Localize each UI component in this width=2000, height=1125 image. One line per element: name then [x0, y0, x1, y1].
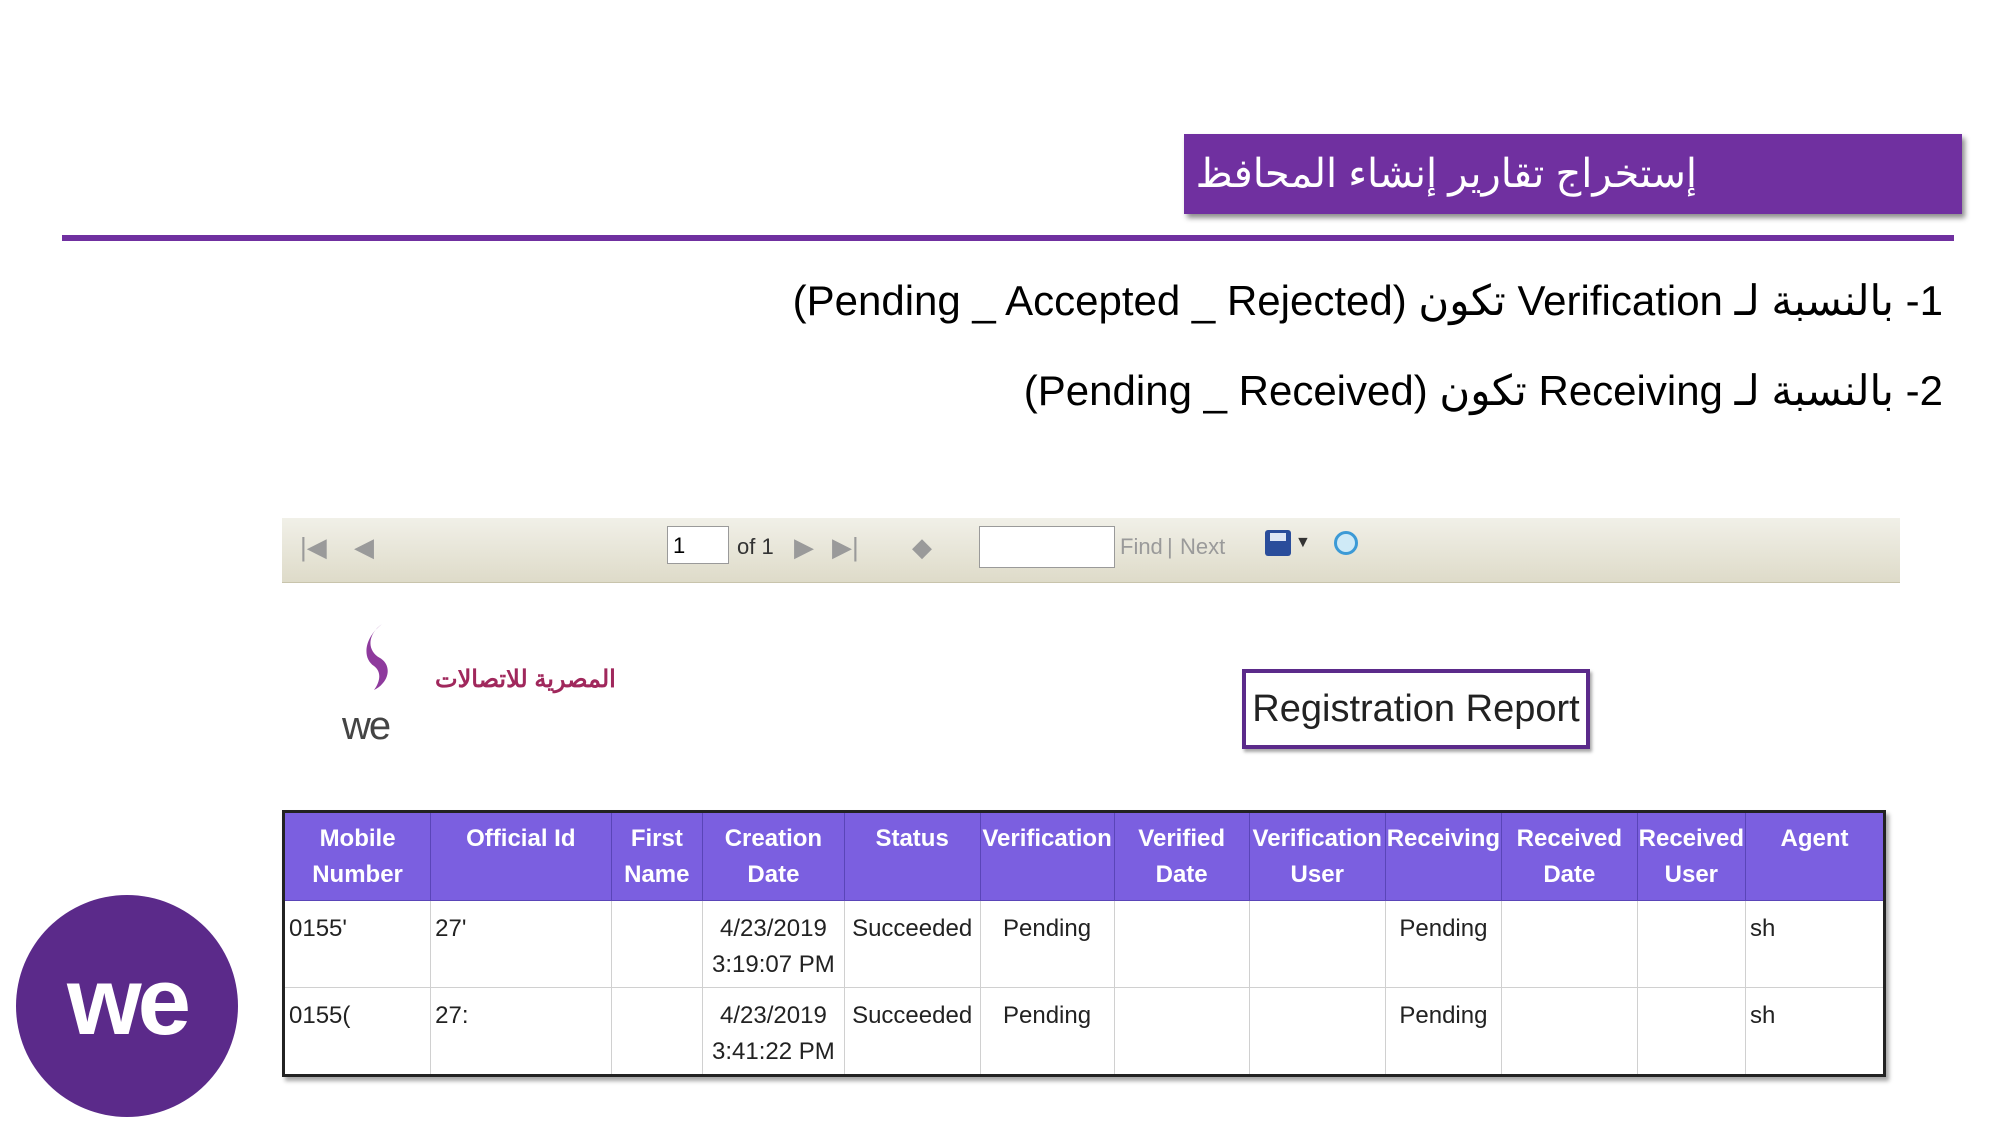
column-header[interactable]: Mobile Number	[282, 811, 432, 901]
column-header[interactable]: Receiving	[1384, 811, 1503, 901]
verification-cell: Pending	[979, 900, 1115, 988]
we-brand-circle-logo: we	[16, 895, 238, 1117]
table-header-row: Mobile Number Official Id First Name Creat…	[282, 811, 1885, 901]
bullet-receiving: 2- بالنسبة لـ Receiving تكون (Pending _ …	[1023, 367, 1943, 414]
verified-date-cell	[1113, 900, 1250, 988]
export-dropdown-arrow-icon[interactable]: ▼	[1295, 534, 1311, 552]
telecom-egypt-logo-text: المصرية للاتصالات	[435, 666, 616, 693]
received-user-cell	[1636, 987, 1747, 1076]
column-header[interactable]: Received Date	[1501, 811, 1638, 901]
official-id-cell: 27'	[430, 900, 612, 988]
first-page-icon[interactable]: |◀	[300, 532, 327, 563]
column-header[interactable]: Verification User	[1248, 811, 1386, 901]
received-user-cell	[1636, 900, 1747, 988]
agent-cell: sh	[1745, 987, 1885, 1076]
next-page-icon[interactable]: ▶	[794, 532, 814, 563]
creation-date-cell: 4/23/2019 3:19:07 PM	[702, 900, 845, 988]
column-header[interactable]: Verification	[979, 811, 1115, 901]
report-viewer-toolbar: |◀ ◀ 1 of 1 ▶ ▶| ◆ Find | Next ▼	[282, 518, 1900, 583]
mobile-cell: 0155(	[282, 987, 432, 1076]
first-name-cell	[610, 900, 704, 988]
next-link[interactable]: Next	[1180, 534, 1225, 560]
last-page-icon[interactable]: ▶|	[832, 532, 859, 563]
column-header[interactable]: Official Id	[430, 811, 612, 901]
prev-page-icon[interactable]: ◀	[354, 532, 374, 563]
page-count-label: of 1	[737, 534, 774, 559]
page-number-input[interactable]: 1	[667, 526, 729, 564]
title-divider	[62, 235, 1954, 241]
table-row: 0155' 27' 4/23/2019 3:19:07 PM Succeeded …	[282, 900, 1885, 988]
find-link[interactable]: Find	[1120, 534, 1163, 560]
official-id-cell: 27:	[430, 987, 612, 1076]
creation-date-cell: 4/23/2019 3:41:22 PM	[702, 987, 845, 1076]
export-icon[interactable]	[1265, 530, 1291, 556]
we-swirl-logo-icon	[366, 624, 388, 690]
find-input[interactable]	[979, 526, 1115, 568]
receiving-cell: Pending	[1384, 987, 1503, 1076]
column-header[interactable]: Creation Date	[702, 811, 845, 901]
column-header[interactable]: Received User	[1636, 811, 1747, 901]
refresh-icon[interactable]	[1334, 531, 1358, 555]
verification-user-cell	[1248, 987, 1386, 1076]
column-header[interactable]: Verified Date	[1113, 811, 1250, 901]
receiving-cell: Pending	[1384, 900, 1503, 988]
registration-report-table: Mobile Number Official Id First Name Creat…	[282, 810, 1886, 1077]
first-name-cell	[610, 987, 704, 1076]
mobile-cell: 0155'	[282, 900, 432, 988]
verification-cell: Pending	[979, 987, 1115, 1076]
verification-user-cell	[1248, 900, 1386, 988]
zoom-icon[interactable]: ◆	[912, 532, 932, 563]
agent-cell: sh	[1745, 900, 1885, 988]
bullet-verification: 1- بالنسبة لـ Verification تكون (Pending…	[792, 277, 1943, 324]
table-row: 0155( 27: 4/23/2019 3:41:22 PM Succeeded …	[282, 987, 1885, 1076]
column-header[interactable]: Status	[843, 811, 981, 901]
column-header[interactable]: Agent	[1745, 811, 1885, 901]
find-separator: |	[1167, 534, 1173, 559]
report-title: Registration Report	[1242, 669, 1590, 749]
column-header[interactable]: First Name	[610, 811, 704, 901]
received-date-cell	[1501, 900, 1638, 988]
slide-title: إستخراج تقارير إنشاء المحافظ	[1184, 134, 1962, 214]
status-cell: Succeeded	[843, 900, 981, 988]
received-date-cell	[1501, 987, 1638, 1076]
verified-date-cell	[1113, 987, 1250, 1076]
we-logo-text: we	[342, 704, 391, 748]
we-brand-circle-text: we	[66, 948, 191, 1055]
status-cell: Succeeded	[843, 987, 981, 1076]
